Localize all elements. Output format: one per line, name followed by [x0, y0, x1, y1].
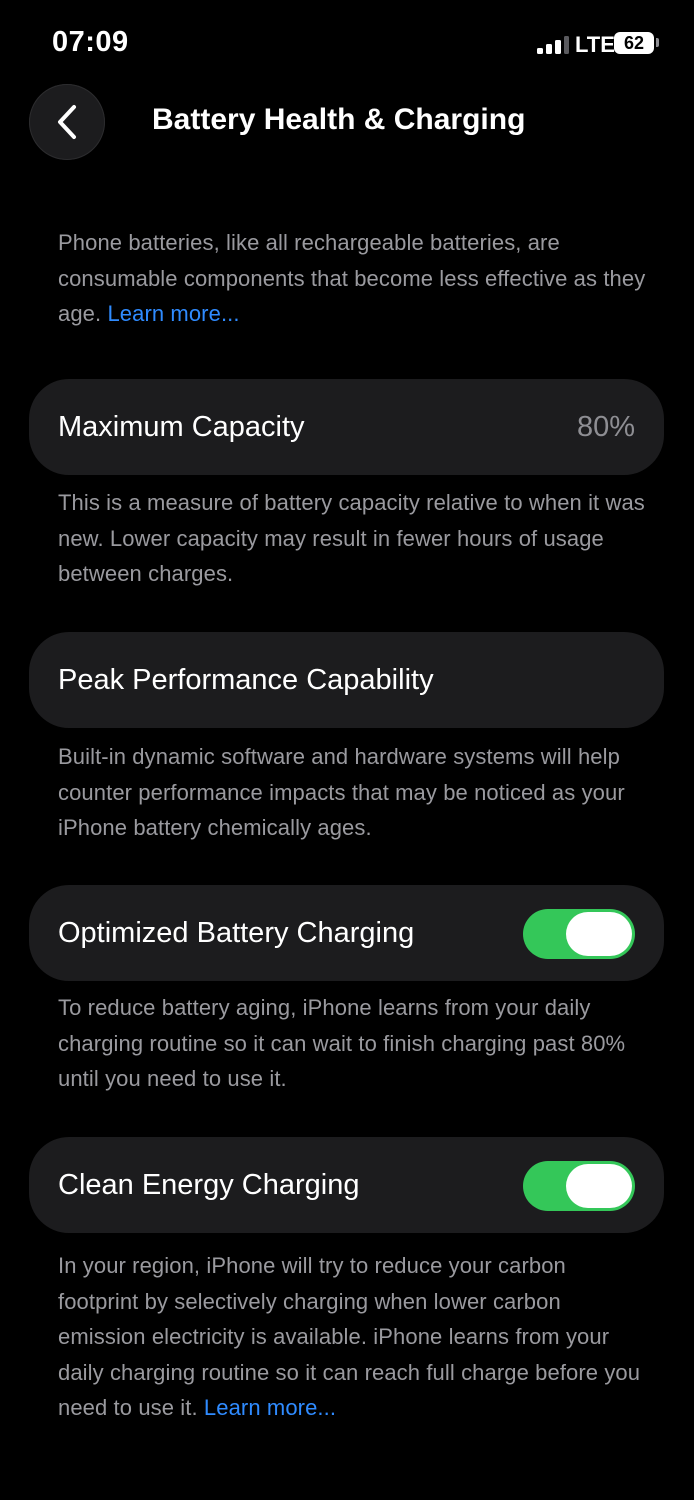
back-button[interactable] — [29, 84, 105, 160]
optimized-charging-label: Optimized Battery Charging — [58, 917, 415, 949]
toggle-knob — [566, 912, 632, 956]
clean-energy-toggle[interactable] — [523, 1161, 635, 1211]
battery-tip — [656, 38, 659, 47]
maximum-capacity-value: 80% — [576, 411, 635, 443]
status-bar: 07:09 LTE 62 — [0, 0, 694, 84]
cellular-signal-icon — [537, 36, 569, 54]
peak-performance-label: Peak Performance Capability — [58, 664, 434, 696]
intro-description: Phone batteries, like all rechargeable b… — [58, 225, 658, 332]
optimized-charging-description: To reduce battery aging, iPhone learns f… — [58, 995, 626, 1092]
maximum-capacity-description: This is a measure of battery capacity re… — [58, 490, 645, 587]
clean-energy-row: Clean Energy Charging — [29, 1137, 664, 1233]
clean-energy-description: In your region, iPhone will try to reduc… — [58, 1248, 643, 1426]
peak-performance-description: Built-in dynamic software and hardware s… — [58, 744, 625, 841]
battery-icon: 62 — [614, 32, 654, 54]
network-type: LTE — [575, 32, 615, 57]
optimized-charging-row: Optimized Battery Charging — [29, 885, 664, 981]
maximum-capacity-row: Maximum Capacity 80% — [29, 379, 664, 475]
status-time: 07:09 — [52, 26, 129, 58]
learn-more-link[interactable]: Learn more... — [107, 301, 239, 326]
chevron-left-icon — [58, 105, 76, 139]
toggle-knob — [566, 1164, 632, 1208]
learn-more-link[interactable]: Learn more... — [204, 1395, 336, 1420]
page-title: Battery Health & Charging — [152, 103, 526, 136]
clean-energy-text: In your region, iPhone will try to reduc… — [58, 1253, 641, 1421]
maximum-capacity-label: Maximum Capacity — [58, 411, 305, 443]
clean-energy-label: Clean Energy Charging — [58, 1169, 360, 1201]
peak-performance-row[interactable]: Peak Performance Capability — [29, 632, 664, 728]
optimized-charging-toggle[interactable] — [523, 909, 635, 959]
